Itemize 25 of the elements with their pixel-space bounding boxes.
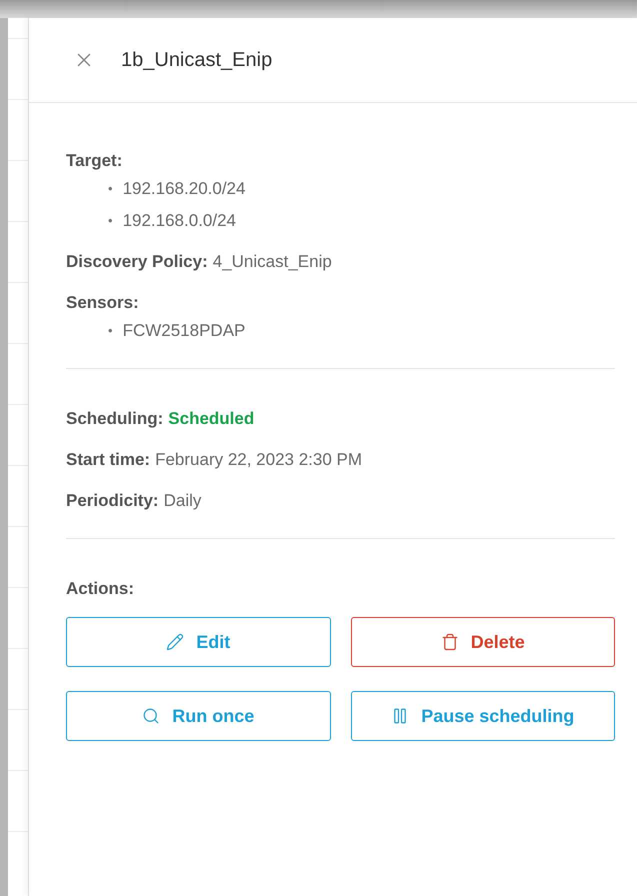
bullet: • [108, 212, 113, 230]
bullet: • [108, 322, 113, 340]
actions-label: Actions: [66, 579, 135, 599]
action-button[interactable]: Delete [350, 617, 615, 667]
list-item: 192.168.20.0/24 [122, 179, 246, 199]
field-label: Discovery Policy: [66, 252, 208, 272]
field-label: Target: [66, 151, 124, 171]
action-button[interactable]: Pause scheduling [350, 691, 615, 741]
pencil-icon [166, 633, 184, 651]
panel-title: 1b_Unicast_Enip [121, 48, 272, 72]
bullet: • [108, 180, 113, 198]
field-label: Scheduling: [66, 409, 164, 429]
action-button[interactable]: Run once [66, 691, 330, 741]
field-value: 4_Unicast_Enip [212, 252, 332, 272]
trash-icon [440, 633, 459, 651]
list-item: 192.168.0.0/24 [122, 211, 236, 231]
status-value: Scheduled [168, 409, 254, 429]
field-label: Periodicity: [66, 491, 159, 511]
action-button[interactable]: Edit [66, 617, 330, 667]
field-value: Daily [164, 491, 202, 511]
field-value: February 22, 2023 2:30 PM [155, 450, 362, 470]
field-label: Sensors: [66, 293, 140, 313]
list-item: FCW2518PDAP [122, 321, 246, 341]
search-icon [142, 707, 160, 725]
field-label: Start time: [66, 450, 150, 470]
